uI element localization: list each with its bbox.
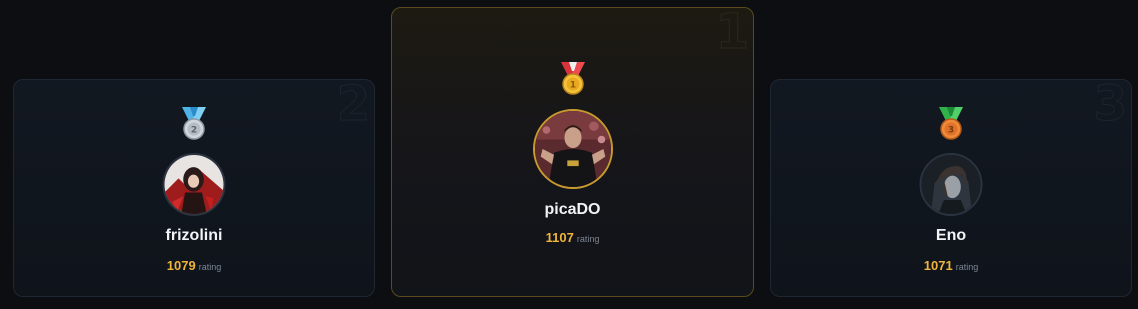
bronze-medal-icon: 3 (939, 107, 963, 140)
svg-text:2: 2 (191, 126, 197, 136)
avatar-image-frizolini (164, 155, 224, 214)
rank-number-watermark: 2 (336, 79, 370, 132)
player-rating: 1071 rating (771, 257, 1131, 275)
leaderboard-podium: 2 2 frizolini 1079 rating 1 1 picaDO 110… (0, 0, 1138, 309)
rating-unit: rating (576, 234, 600, 244)
podium-card-second[interactable]: 2 2 frizolini 1079 rating (13, 79, 375, 297)
player-name[interactable]: Eno (771, 227, 1131, 245)
player-name[interactable]: frizolini (14, 227, 374, 245)
rating-unit: rating (955, 262, 979, 272)
player-rating: 1079 rating (14, 257, 374, 275)
rating-value: 1107 (545, 230, 574, 245)
avatar[interactable] (919, 153, 983, 216)
rating-value: 1079 (166, 258, 196, 273)
svg-text:3: 3 (948, 126, 954, 136)
rating-unit: rating (198, 262, 222, 272)
svg-text:1: 1 (569, 81, 575, 91)
podium-card-first[interactable]: 1 1 picaDO 1107 rating (391, 7, 754, 297)
avatar-image-eno (921, 155, 981, 214)
avatar-image-picado (534, 111, 611, 187)
avatar[interactable] (532, 109, 613, 189)
silver-medal-icon: 2 (182, 107, 206, 140)
rank-number-watermark: 3 (1093, 79, 1127, 132)
gold-medal-icon: 1 (560, 62, 585, 95)
avatar[interactable] (162, 153, 226, 216)
player-rating: 1107 rating (392, 229, 753, 247)
podium-card-third[interactable]: 3 3 Eno 1071 rating (770, 79, 1132, 297)
rank-number-watermark: 1 (715, 7, 749, 60)
rating-value: 1071 (923, 258, 953, 273)
player-name[interactable]: picaDO (392, 201, 753, 219)
